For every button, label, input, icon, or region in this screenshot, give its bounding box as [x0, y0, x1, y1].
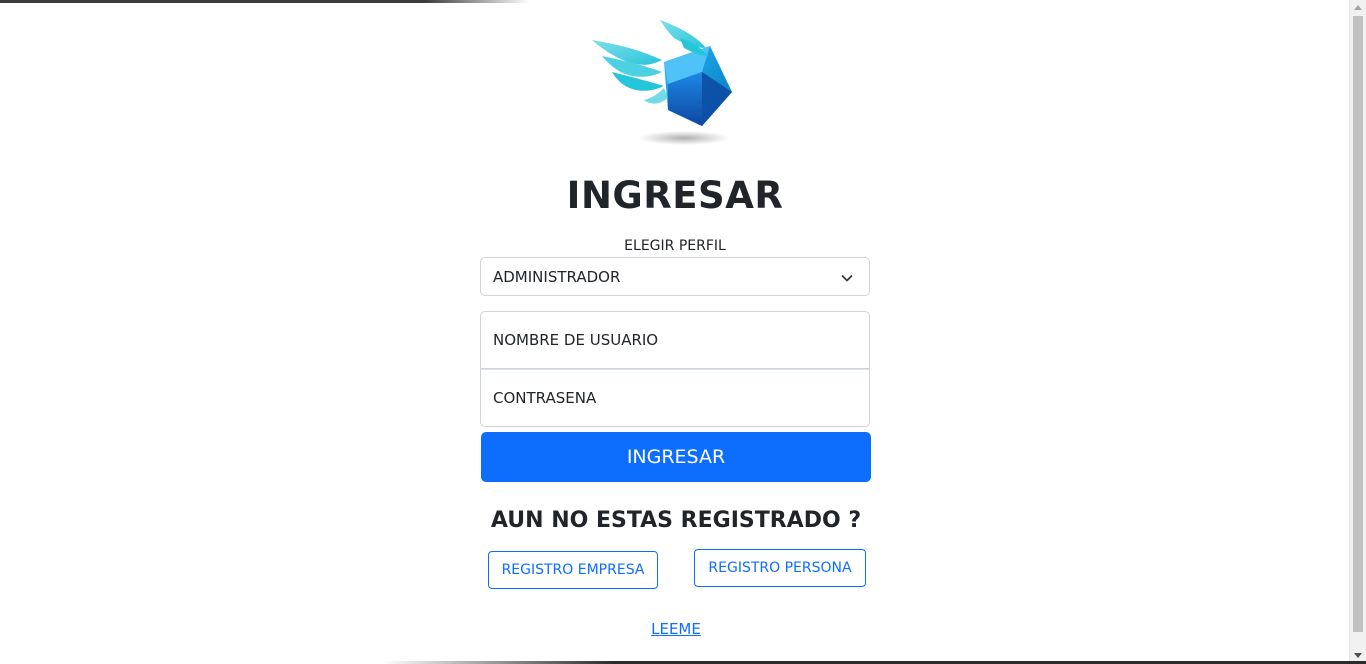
scroll-down-icon[interactable] [1354, 653, 1362, 658]
winged-box-logo [584, 14, 764, 154]
profile-select[interactable]: ADMINISTRADOR [480, 257, 870, 296]
window-top-edge [0, 0, 530, 3]
profile-label: ELEGIR PERFIL [624, 238, 726, 254]
login-page: INGRESAR ELEGIR PERFIL ADMINISTRADOR NOM… [0, 0, 1366, 664]
register-question: AUN NO ESTAS REGISTRADO ? [490, 508, 862, 533]
register-person-button[interactable]: REGISTRO PERSONA [694, 549, 866, 587]
username-field[interactable]: NOMBRE DE USUARIO [480, 311, 870, 369]
scroll-up-icon[interactable] [1354, 5, 1362, 10]
register-company-button[interactable]: REGISTRO EMPRESA [488, 551, 658, 589]
vertical-scrollbar[interactable] [1349, 0, 1366, 664]
page-title: INGRESAR [566, 174, 784, 217]
password-field[interactable]: CONTRASENA [480, 369, 870, 427]
chevron-down-icon [841, 269, 853, 282]
scrollbar-thumb[interactable] [1353, 16, 1363, 632]
readme-link[interactable]: LEEME [600, 619, 752, 639]
login-button[interactable]: INGRESAR [481, 432, 871, 482]
profile-select-value: ADMINISTRADOR [493, 268, 621, 286]
